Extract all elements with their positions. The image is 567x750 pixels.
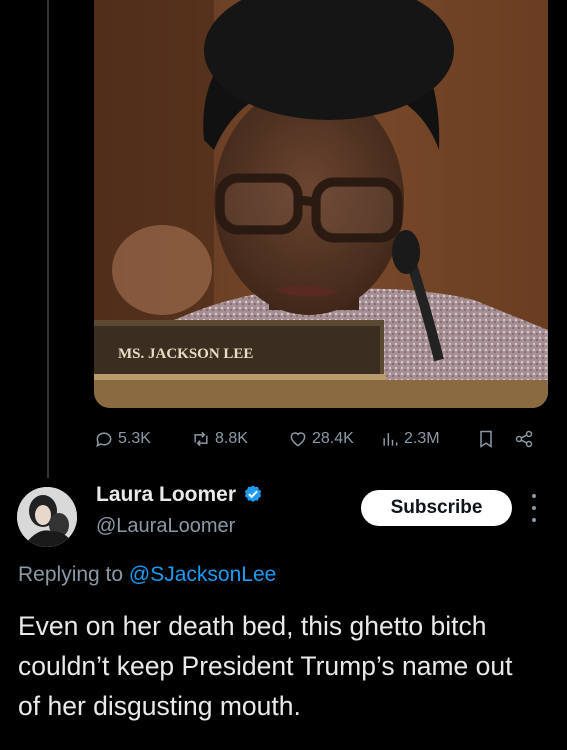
replying-to-link[interactable]: @SJacksonLee [129, 563, 276, 586]
share-icon [515, 430, 533, 448]
thread-connector-line [47, 0, 49, 478]
author-handle[interactable]: @LauraLoomer [96, 515, 235, 538]
photo-illustration: MS. JACKSON LEE [94, 0, 548, 408]
avatar[interactable] [17, 487, 77, 547]
verified-badge-icon [244, 485, 262, 503]
reply-button[interactable]: 5.3K [94, 429, 151, 449]
repost-button[interactable]: 8.8K [191, 429, 248, 449]
replying-prefix: Replying to [18, 563, 129, 586]
repost-icon [194, 431, 208, 447]
tweet-actions-bar: 5.3K 8.8K 28.4K 2.3M [94, 424, 548, 454]
share-button[interactable] [514, 429, 534, 449]
views-chart-icon [383, 433, 398, 446]
tweet-media-image[interactable]: MS. JACKSON LEE [94, 0, 548, 408]
views-count: 2.3M [404, 430, 440, 447]
nameplate-text: MS. JACKSON LEE [118, 346, 253, 362]
more-options-icon[interactable] [528, 494, 540, 522]
avatar-image [17, 487, 77, 547]
replying-to-line: Replying to @SJacksonLee [18, 563, 276, 587]
views-button[interactable]: 2.3M [380, 429, 440, 449]
like-count: 28.4K [312, 430, 354, 447]
heart-icon [290, 432, 306, 447]
bookmark-button[interactable] [476, 429, 496, 449]
reply-count: 5.3K [118, 430, 151, 447]
author-name-text: Laura Loomer [96, 483, 237, 506]
author-name[interactable]: Laura Loomer [96, 483, 264, 507]
reply-icon [96, 432, 112, 448]
bookmark-icon [480, 430, 492, 448]
tweet-text: Even on her death bed, this ghetto bitch… [18, 611, 513, 721]
subscribe-button[interactable]: Subscribe [361, 490, 512, 526]
like-button[interactable]: 28.4K [288, 429, 354, 449]
repost-count: 8.8K [215, 430, 248, 447]
